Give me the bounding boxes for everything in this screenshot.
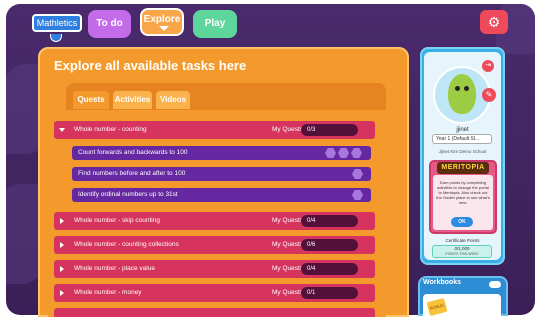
certificate-points-box: 0/1,000 POINTS THIS WEEK [432, 245, 492, 258]
quest-row-partial[interactable] [54, 308, 375, 317]
logout-icon[interactable]: ⇥ [482, 60, 494, 72]
hexagon-icon [338, 148, 349, 158]
chevron-right-icon [60, 218, 64, 224]
avatar-eye-icon [464, 86, 469, 91]
nav-explore-label: Explore [143, 14, 181, 25]
quest-name: Whole number - money [74, 289, 142, 296]
ok-button[interactable]: OK [451, 217, 473, 227]
chevron-right-icon [60, 290, 64, 296]
cloud-icon [489, 281, 501, 288]
tab-videos[interactable]: Videos [156, 91, 190, 109]
quest-name: Whole number - counting collections [74, 241, 179, 248]
username: jjinet [456, 127, 469, 133]
subtask-name: Count forwards and backwards to 100 [78, 149, 188, 156]
hexagon-icon [351, 148, 362, 158]
quest-name: Whole number - place value [74, 265, 155, 272]
my-quests-label: My Quests [272, 265, 304, 272]
subtask-count-forwards[interactable]: Count forwards and backwards to 100 [72, 146, 371, 160]
quest-progress: 0/6 [301, 239, 358, 251]
edit-pencil-icon[interactable]: ✎ [482, 88, 496, 102]
quest-progress: 0/1 [301, 287, 358, 299]
my-quests-label: My Quests [272, 241, 304, 248]
page-title: Explore all available tasks here [54, 58, 247, 73]
quest-progress: 0/4 [301, 263, 358, 275]
subtask-ordinal-numbers[interactable]: Identify ordinal numbers up to 31st [72, 188, 371, 202]
certificate-points-sub: POINTS THIS WEEK [445, 252, 479, 256]
avatar-character-icon [448, 74, 476, 114]
workbooks-title: Workbooks [423, 279, 461, 286]
nav-todo-button[interactable]: To do [88, 10, 131, 38]
quest-name: Whole number - skip counting [74, 217, 160, 224]
nav-play-button[interactable]: Play [193, 10, 237, 38]
quest-row-counting-collections[interactable]: Whole number - counting collections My Q… [54, 236, 375, 254]
my-quests-label: My Quests [272, 217, 304, 224]
tab-activities[interactable]: Activities [113, 91, 152, 109]
hexagon-icon [352, 190, 363, 200]
gear-icon[interactable]: ⚙ [480, 10, 508, 34]
nav-explore-button[interactable]: Explore [140, 8, 184, 36]
quest-progress: 0/3 [301, 124, 358, 136]
subtask-name: Find numbers before and after to 100 [78, 170, 186, 177]
mathletics-logo[interactable]: Mathletics [32, 14, 82, 32]
quest-row-money[interactable]: Whole number - money My Quests 0/1 [54, 284, 375, 302]
certificate-points-label: Certificate Points [445, 238, 480, 243]
subtask-name: Identify ordinal numbers up to 31st [78, 191, 178, 198]
year-select[interactable]: Year 1 (Default Sl... [432, 134, 492, 144]
meritopia-description: Earn points by completing activities to … [436, 180, 490, 205]
tab-quests[interactable]: Quests [73, 91, 109, 109]
meritopia-logo: MERITOPIA [437, 162, 489, 174]
quest-row-skip-counting[interactable]: Whole number - skip counting My Quests 0… [54, 212, 375, 230]
hexagon-icon [352, 169, 363, 179]
subtask-find-numbers[interactable]: Find numbers before and after to 100 [72, 167, 371, 181]
chevron-down-icon [59, 128, 65, 132]
quest-row-place-value[interactable]: Whole number - place value My Quests 0/4 [54, 260, 375, 278]
my-quests-label: My Quests [272, 289, 304, 296]
chevron-down-icon [159, 26, 169, 31]
my-quests-label: My Quests [272, 126, 304, 133]
avatar-eye-icon [455, 86, 460, 91]
chevron-right-icon [60, 242, 64, 248]
hexagon-icon [325, 148, 336, 158]
school-name: Jjinet Kim Demo School [438, 149, 487, 154]
chevron-right-icon [60, 266, 64, 272]
quest-row-counting[interactable]: Whole number - counting My Quests 0/3 [54, 121, 375, 139]
quest-progress: 0/4 [301, 215, 358, 227]
quest-name: Whole number - counting [74, 126, 147, 133]
